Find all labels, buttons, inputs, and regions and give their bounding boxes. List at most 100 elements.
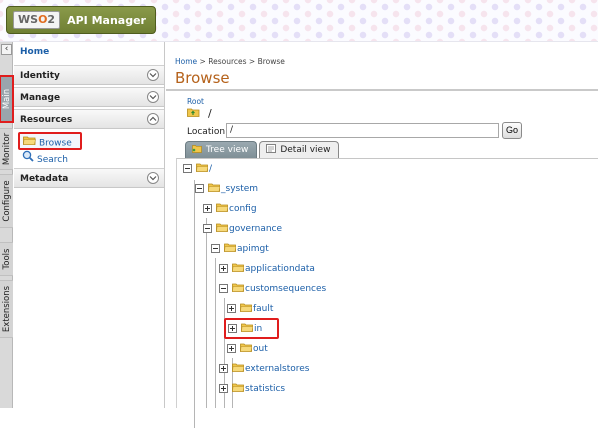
page-title: Browse (175, 69, 230, 87)
chevron-down-icon[interactable] (147, 172, 159, 184)
folder-icon (241, 322, 254, 335)
tree-node-label[interactable]: externalstores (245, 364, 310, 374)
detail-view-icon (266, 144, 277, 156)
tree-node[interactable]: config (203, 199, 257, 218)
expand-toggle-icon[interactable] (219, 264, 228, 273)
tree-node-label[interactable]: apimgt (237, 244, 269, 254)
main-content: Home > Resources > Browse Browse Root / … (166, 42, 598, 428)
folder-up-icon[interactable] (187, 106, 200, 120)
tree-node[interactable]: governance (203, 219, 282, 238)
go-button[interactable]: Go (502, 122, 522, 139)
tree-connector (206, 218, 207, 408)
tab-tools-label: Tools (1, 248, 12, 270)
folder-icon (240, 342, 253, 355)
folder-icon (232, 362, 245, 375)
collapse-toggle-icon[interactable] (211, 244, 220, 253)
expand-toggle-icon[interactable] (219, 384, 228, 393)
chevron-down-icon[interactable] (147, 91, 159, 103)
expand-toggle-icon[interactable] (227, 344, 236, 353)
tree-node[interactable]: out (227, 339, 268, 358)
folder-icon (240, 302, 253, 315)
expand-toggle-icon[interactable] (227, 304, 236, 313)
tab-main[interactable]: Main (0, 75, 14, 123)
chevron-down-icon[interactable] (147, 69, 159, 81)
tree-node[interactable]: externalstores (219, 359, 310, 378)
resource-tree: / _system config governance apimgt appli… (176, 158, 598, 428)
app-header: WSO2 API Manager (0, 0, 598, 42)
expand-toggle-icon[interactable] (228, 324, 237, 333)
tree-node-label[interactable]: statistics (245, 384, 285, 394)
tab-monitor-label: Monitor (1, 132, 12, 166)
tree-node[interactable]: applicationdata (219, 259, 315, 278)
folder-icon (232, 382, 245, 395)
tab-extensions-label: Extensions (1, 285, 12, 333)
menu-section-metadata[interactable]: Metadata (14, 168, 164, 188)
menu-item-label: Browse (39, 138, 72, 149)
tree-node-label[interactable]: applicationdata (245, 264, 315, 274)
menu-section-resources[interactable]: Resources (14, 109, 164, 129)
tab-configure[interactable]: Configure (0, 174, 13, 228)
breadcrumb-trail: > Resources > Browse (197, 57, 285, 66)
breadcrumb-home-link[interactable]: Home (175, 57, 197, 66)
root-label: Root (187, 97, 204, 106)
location-label: Location: (187, 127, 229, 137)
tree-node[interactable]: fault (227, 299, 273, 318)
tree-node-label[interactable]: _system (221, 184, 258, 194)
tree-node[interactable]: _system (195, 179, 258, 198)
tab-extensions[interactable]: Extensions (0, 280, 13, 338)
collapse-toggle-icon[interactable] (183, 164, 192, 173)
tree-node-label[interactable]: config (229, 204, 257, 214)
folder-icon (216, 222, 229, 235)
tree-node-label[interactable]: / (209, 164, 212, 174)
tree-node-label[interactable]: governance (229, 224, 282, 234)
menu-section-label: Identity (20, 71, 60, 81)
tree-view-icon (192, 144, 202, 156)
tree-node[interactable]: / (183, 159, 212, 178)
expand-toggle-icon[interactable] (203, 204, 212, 213)
tree-node-label[interactable]: in (254, 324, 262, 334)
expand-toggle-icon[interactable] (219, 364, 228, 373)
tree-connector (215, 258, 216, 408)
menu-item-browse[interactable]: Browse (18, 132, 82, 150)
menu-home-link[interactable]: Home (14, 42, 164, 62)
collapse-toggle-icon[interactable] (195, 184, 204, 193)
tree-node-label[interactable]: fault (253, 304, 273, 314)
location-input[interactable]: / (226, 123, 499, 138)
collapse-toggle-icon[interactable] (219, 284, 228, 293)
tree-node-label[interactable]: out (253, 344, 268, 354)
wso2-api-manager-logo[interactable]: WSO2 API Manager (6, 6, 156, 34)
tree-node-label[interactable]: customsequences (245, 284, 326, 294)
tree-node[interactable]: apimgt (211, 239, 269, 258)
tab-label: Detail view (280, 145, 331, 155)
root-path-row[interactable]: / (187, 106, 212, 120)
menu-section-label: Resources (20, 115, 73, 125)
menu-item-search[interactable]: Search (14, 150, 164, 168)
wso2-logo-mark: WSO2 (13, 11, 61, 29)
tab-tools[interactable]: Tools (0, 242, 13, 276)
chevron-up-icon[interactable] (147, 113, 159, 125)
title-divider (166, 89, 598, 91)
menu-item-label: Search (37, 155, 68, 165)
tree-connector (194, 180, 195, 428)
folder-icon (232, 262, 245, 275)
tab-configure-label: Configure (1, 180, 12, 222)
menu-section-label: Metadata (20, 174, 69, 184)
menu-section-identity[interactable]: Identity (14, 65, 164, 85)
tab-tree-view[interactable]: Tree view (185, 141, 258, 158)
product-name: API Manager (67, 13, 146, 27)
search-icon (22, 150, 34, 169)
collapse-toggle-icon[interactable] (203, 224, 212, 233)
tree-node-highlighted[interactable]: in (224, 318, 280, 339)
menu-section-manage[interactable]: Manage (14, 87, 164, 107)
tab-label: Tree view (206, 145, 249, 155)
collapse-menu-button[interactable]: ‹ (1, 44, 12, 55)
left-menu: Home Identity Manage Resources Browse Se… (14, 42, 165, 408)
tab-detail-view[interactable]: Detail view (259, 141, 340, 158)
folder-icon (196, 162, 209, 175)
tree-node[interactable]: statistics (219, 379, 285, 398)
tab-main-label: Main (1, 88, 12, 110)
root-path: / (208, 106, 212, 120)
vertical-tab-rail: ‹ Main Monitor Configure Tools Extension… (0, 42, 14, 408)
tab-monitor[interactable]: Monitor (0, 128, 13, 170)
tree-node[interactable]: customsequences (219, 279, 326, 298)
